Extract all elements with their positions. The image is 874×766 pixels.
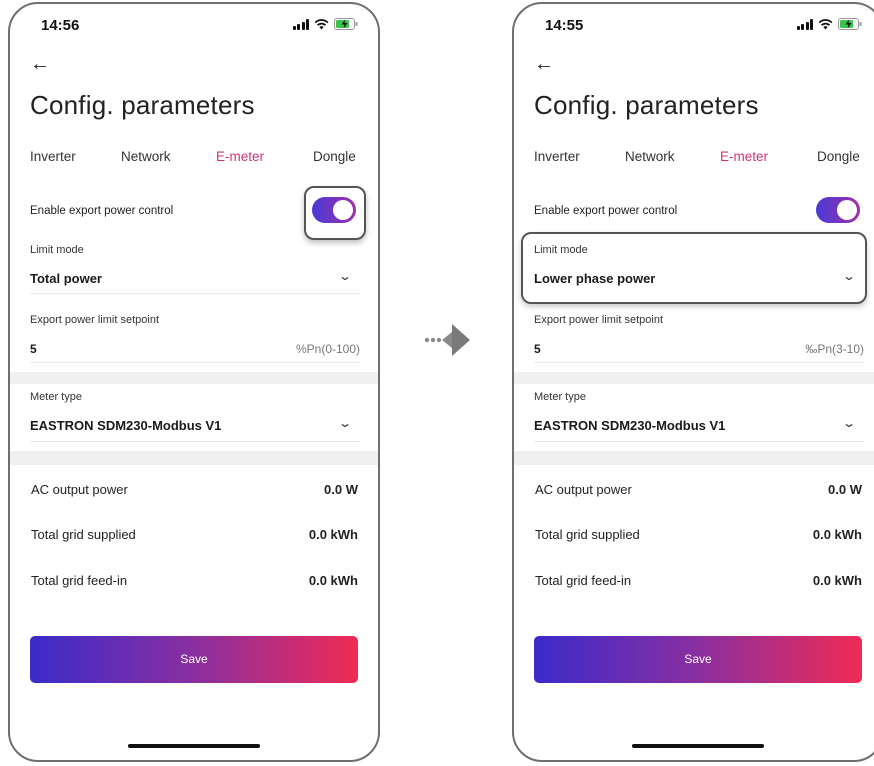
grid-supplied-value: 0.0 kWh [308,527,358,542]
export-limit-label: Export power limit setpoint [534,314,663,326]
wifi-icon [314,18,329,30]
meter-type-label: Meter type [30,391,82,403]
grid-feed-in-label: Total grid feed-in [535,573,632,588]
toggle-knob [837,200,857,220]
export-limit-label: Export power limit setpoint [30,314,159,326]
export-power-control-row: Enable export power control [534,197,864,227]
signal-icon [796,18,813,30]
section-separator [10,372,378,384]
divider [534,362,864,363]
export-power-control-label: Enable export power control [30,205,174,217]
tab-e-meter[interactable]: E-meter [720,149,768,164]
meter-type-value[interactable]: EASTRON SDM230-Modbus V1 [30,418,221,433]
ac-output-power-value: 0.0 W [324,482,358,497]
save-button[interactable]: Save [30,636,358,683]
meter-type-label: Meter type [534,391,586,403]
export-limit-input[interactable]: 5 [30,342,37,356]
divider [534,441,864,442]
limit-mode-label: Limit mode [534,244,588,256]
tab-dongle[interactable]: Dongle [313,149,356,164]
tab-bar: Inverter Network E-meter Dongle [514,149,874,169]
battery-charging-icon [334,18,358,30]
chevron-down-icon[interactable]: ⌄ [842,416,856,430]
section-separator [10,451,378,465]
export-power-control-label: Enable export power control [534,205,678,217]
ac-output-power-label: AC output power [535,482,632,497]
chevron-down-icon[interactable]: ⌄ [842,269,856,283]
highlight-frame [521,232,867,304]
back-arrow-icon[interactable]: ← [30,54,50,74]
signal-icon [292,18,309,30]
status-time: 14:56 [41,17,80,34]
tab-e-meter[interactable]: E-meter [216,149,264,164]
ac-output-power-value: 0.0 W [828,482,862,497]
chevron-down-icon[interactable]: ⌄ [338,416,352,430]
tab-network[interactable]: Network [121,149,171,164]
tab-inverter[interactable]: Inverter [30,149,76,164]
tab-bar: Inverter Network E-meter Dongle [10,149,378,169]
limit-mode-value[interactable]: Lower phase power [534,271,655,286]
tab-network[interactable]: Network [625,149,675,164]
grid-supplied-label: Total grid supplied [535,527,640,542]
flow-arrow-icon [424,324,470,356]
divider [30,293,360,294]
limit-mode-label: Limit mode [30,244,84,256]
export-limit-unit: ‰Pn(3-10) [805,342,864,356]
status-bar: 14:55 [514,4,874,40]
status-bar: 14:56 [10,4,378,40]
grid-supplied-label: Total grid supplied [31,527,136,542]
section-separator [514,451,874,465]
save-button[interactable]: Save [534,636,862,683]
divider [30,362,360,363]
phone-screen-right: 14:55 ← Config. parameters Inverter Netw… [512,2,874,762]
battery-charging-icon [838,18,862,30]
ac-output-power-label: AC output power [31,482,128,497]
grid-feed-in-value: 0.0 kWh [308,573,358,588]
grid-supplied-value: 0.0 kWh [812,527,862,542]
grid-feed-in-value: 0.0 kWh [812,573,862,588]
wifi-icon [818,18,833,30]
export-limit-input[interactable]: 5 [534,342,541,356]
section-separator [514,372,874,384]
limit-mode-value[interactable]: Total power [30,271,102,286]
page-title: Config. parameters [534,90,759,120]
grid-feed-in-label: Total grid feed-in [31,573,128,588]
page-title: Config. parameters [30,90,255,120]
divider [30,441,360,442]
back-arrow-icon[interactable]: ← [534,54,554,74]
home-indicator[interactable] [128,744,260,748]
chevron-down-icon[interactable]: ⌄ [338,269,352,283]
tab-dongle[interactable]: Dongle [817,149,860,164]
home-indicator[interactable] [632,744,764,748]
export-limit-unit: %Pn(0-100) [295,342,360,356]
export-power-toggle[interactable] [816,197,860,223]
tab-inverter[interactable]: Inverter [534,149,580,164]
meter-type-value[interactable]: EASTRON SDM230-Modbus V1 [534,418,725,433]
phone-screen-left: 14:56 ← Config. parameters Inverter Netw… [8,2,380,762]
status-time: 14:55 [545,17,584,34]
highlight-frame [304,186,366,240]
